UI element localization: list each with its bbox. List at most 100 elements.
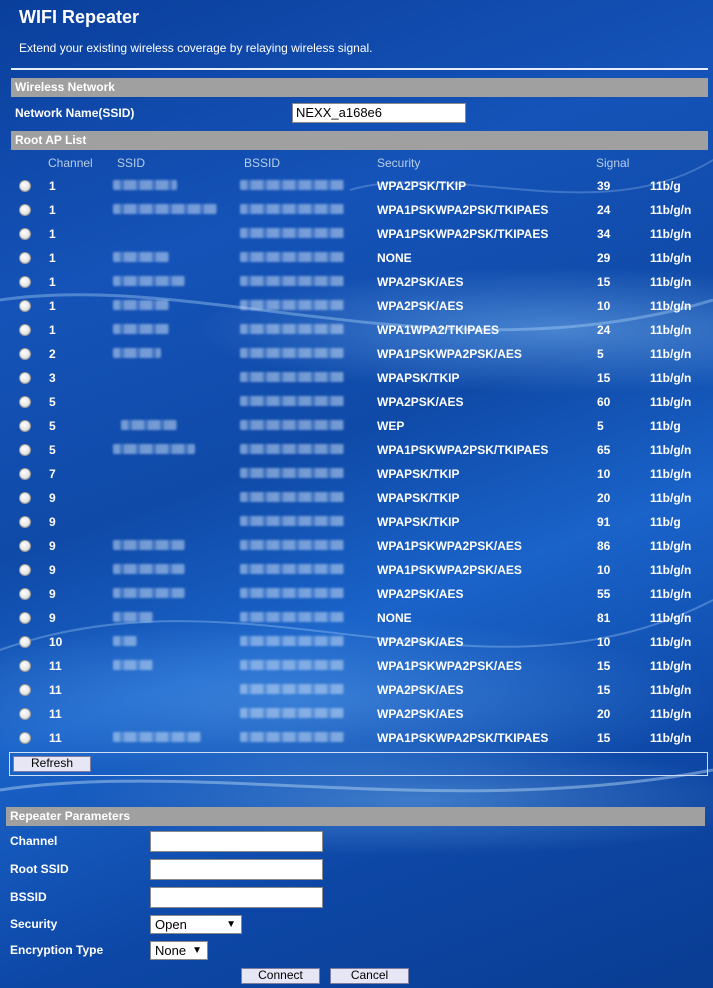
- cell-channel: 5: [49, 443, 56, 457]
- radio-button-icon[interactable]: [19, 708, 31, 720]
- table-row[interactable]: 1 WPA2PSK/AES 10 11b/g/n: [11, 294, 708, 318]
- column-header-bssid: BSSID: [244, 156, 281, 170]
- table-row[interactable]: 9 WPA1PSKWPA2PSK/AES 86 11b/g/n: [11, 534, 708, 558]
- cell-bssid-redacted: [240, 180, 344, 190]
- radio-button-icon[interactable]: [19, 276, 31, 288]
- table-row[interactable]: 3 WPAPSK/TKIP 15 11b/g/n: [11, 366, 708, 390]
- bssid-input[interactable]: [150, 887, 323, 908]
- page-subtitle: Extend your existing wireless coverage b…: [19, 41, 373, 55]
- radio-button-icon[interactable]: [19, 372, 31, 384]
- table-row[interactable]: 5 WEP 5 11b/g: [11, 414, 708, 438]
- cell-security: WPAPSK/TKIP: [377, 491, 460, 505]
- table-row[interactable]: 1 NONE 29 11b/g/n: [11, 246, 708, 270]
- cell-channel: 10: [49, 635, 63, 649]
- table-row[interactable]: 9 WPAPSK/TKIP 20 11b/g/n: [11, 486, 708, 510]
- network-name-input[interactable]: NEXX_a168e6: [292, 103, 466, 123]
- table-row[interactable]: 1 WPA1WPA2/TKIPAES 24 11b/g/n: [11, 318, 708, 342]
- radio-button-icon[interactable]: [19, 204, 31, 216]
- table-row[interactable]: 9 WPAPSK/TKIP 91 11b/g: [11, 510, 708, 534]
- radio-button-icon[interactable]: [19, 492, 31, 504]
- table-row[interactable]: 11 WPA1PSKWPA2PSK/AES 15 11b/g/n: [11, 654, 708, 678]
- cell-mode: 11b/g/n: [650, 587, 692, 601]
- cell-bssid-redacted: [240, 204, 344, 214]
- radio-button-icon[interactable]: [19, 324, 31, 336]
- cell-bssid-redacted: [240, 588, 344, 598]
- radio-button-icon[interactable]: [19, 732, 31, 744]
- cell-security: WPA2PSK/AES: [377, 707, 464, 721]
- table-row[interactable]: 1 WPA2PSK/TKIP 39 11b/g: [11, 174, 708, 198]
- radio-button-icon[interactable]: [19, 588, 31, 600]
- table-row[interactable]: 2 WPA1PSKWPA2PSK/AES 5 11b/g/n: [11, 342, 708, 366]
- dropdown-arrow-icon: ▼: [226, 919, 236, 930]
- table-row[interactable]: 1 WPA2PSK/AES 15 11b/g/n: [11, 270, 708, 294]
- cell-channel: 1: [49, 179, 56, 193]
- encryption-type-select[interactable]: None ▼: [150, 941, 208, 960]
- table-row[interactable]: 9 NONE 81 11b/g/n: [11, 606, 708, 630]
- cell-security: WPA2PSK/AES: [377, 635, 464, 649]
- network-name-label: Network Name(SSID): [15, 106, 135, 120]
- cell-bssid-redacted: [240, 228, 344, 238]
- cell-bssid-redacted: [240, 300, 344, 310]
- radio-button-icon[interactable]: [19, 180, 31, 192]
- cell-security: WPA2PSK/AES: [377, 275, 464, 289]
- cell-ssid-redacted: [121, 420, 177, 430]
- cell-channel: 11: [49, 659, 62, 673]
- table-row[interactable]: 5 WPA1PSKWPA2PSK/TKIPAES 65 11b/g/n: [11, 438, 708, 462]
- column-header-security: Security: [377, 156, 421, 170]
- table-row[interactable]: 11 WPA1PSKWPA2PSK/TKIPAES 15 11b/g/n: [11, 726, 708, 750]
- cell-security: WPA1PSKWPA2PSK/AES: [377, 347, 522, 361]
- cell-mode: 11b/g/n: [650, 707, 692, 721]
- radio-button-icon[interactable]: [19, 612, 31, 624]
- cell-ssid-redacted: [113, 204, 217, 214]
- cell-security: WPA2PSK/AES: [377, 683, 464, 697]
- radio-button-icon[interactable]: [19, 396, 31, 408]
- cell-mode: 11b/g/n: [650, 371, 692, 385]
- cell-signal: 5: [597, 419, 604, 433]
- cell-security: WPA1WPA2/TKIPAES: [377, 323, 500, 337]
- connect-button[interactable]: Connect: [241, 968, 320, 984]
- refresh-button[interactable]: Refresh: [13, 756, 91, 772]
- cell-ssid-redacted: [113, 324, 169, 334]
- cell-signal: 65: [597, 443, 611, 457]
- radio-button-icon[interactable]: [19, 516, 31, 528]
- table-row[interactable]: 5 WPA2PSK/AES 60 11b/g/n: [11, 390, 708, 414]
- cell-ssid-redacted: [113, 732, 201, 742]
- security-select[interactable]: Open ▼: [150, 915, 242, 934]
- radio-button-icon[interactable]: [19, 444, 31, 456]
- cell-channel: 9: [49, 563, 56, 577]
- root-ssid-input[interactable]: [150, 859, 323, 880]
- table-row[interactable]: 11 WPA2PSK/AES 15 11b/g/n: [11, 678, 708, 702]
- radio-button-icon[interactable]: [19, 252, 31, 264]
- cell-channel: 9: [49, 611, 56, 625]
- radio-button-icon[interactable]: [19, 540, 31, 552]
- table-row[interactable]: 1 WPA1PSKWPA2PSK/TKIPAES 24 11b/g/n: [11, 198, 708, 222]
- table-row[interactable]: 1 WPA1PSKWPA2PSK/TKIPAES 34 11b/g/n: [11, 222, 708, 246]
- radio-button-icon[interactable]: [19, 660, 31, 672]
- cell-ssid-redacted: [113, 444, 195, 454]
- table-row[interactable]: 10 WPA2PSK/AES 10 11b/g/n: [11, 630, 708, 654]
- radio-button-icon[interactable]: [19, 636, 31, 648]
- radio-button-icon[interactable]: [19, 564, 31, 576]
- table-row[interactable]: 11 WPA2PSK/AES 20 11b/g/n: [11, 702, 708, 726]
- table-row[interactable]: 7 WPAPSK/TKIP 10 11b/g/n: [11, 462, 708, 486]
- cell-channel: 1: [49, 203, 56, 217]
- channel-input[interactable]: [150, 831, 323, 852]
- cell-channel: 3: [49, 371, 56, 385]
- table-row[interactable]: 9 WPA1PSKWPA2PSK/AES 10 11b/g/n: [11, 558, 708, 582]
- radio-button-icon[interactable]: [19, 300, 31, 312]
- radio-button-icon[interactable]: [19, 684, 31, 696]
- cell-security: WEP: [377, 419, 405, 433]
- channel-label: Channel: [10, 834, 58, 848]
- radio-button-icon[interactable]: [19, 420, 31, 432]
- cell-mode: 11b/g/n: [650, 203, 692, 217]
- cell-signal: 15: [597, 659, 611, 673]
- encryption-type-label: Encryption Type: [10, 943, 104, 957]
- radio-button-icon[interactable]: [19, 348, 31, 360]
- cell-mode: 11b/g: [650, 179, 681, 193]
- cancel-button[interactable]: Cancel: [330, 968, 409, 984]
- cell-mode: 11b/g/n: [650, 539, 692, 553]
- table-row[interactable]: 9 WPA2PSK/AES 55 11b/g/n: [11, 582, 708, 606]
- radio-button-icon[interactable]: [19, 468, 31, 480]
- cell-channel: 1: [49, 299, 56, 313]
- radio-button-icon[interactable]: [19, 228, 31, 240]
